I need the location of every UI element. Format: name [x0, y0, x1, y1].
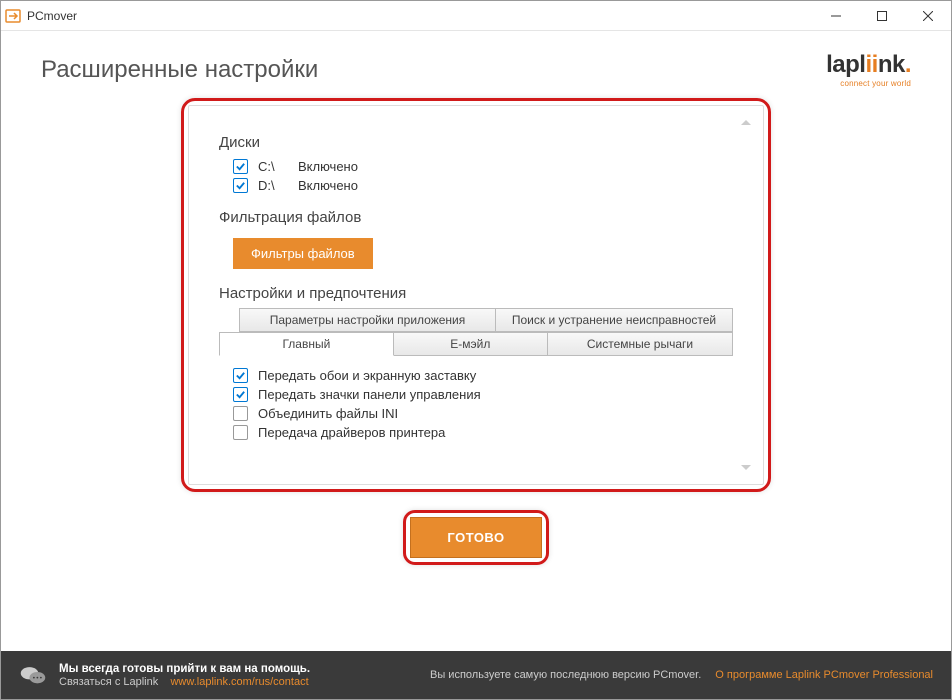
window-controls	[813, 1, 951, 31]
contact-link[interactable]: www.laplink.com/rus/contact	[170, 676, 308, 688]
header: Расширенные настройки lapliink. connect …	[1, 31, 951, 98]
pref-checkbox[interactable]	[233, 387, 248, 402]
drive-letter: D:\	[258, 178, 293, 193]
pref-label: Объединить файлы INI	[258, 406, 398, 421]
done-button[interactable]: ГОТОВО	[410, 517, 541, 558]
tab[interactable]: Системные рычаги	[548, 332, 733, 356]
prefs-tabs: Параметры настройки приложенияПоиск и ус…	[219, 308, 733, 356]
footer-help: Мы всегда готовы прийти к вам на помощь.…	[59, 663, 418, 688]
pref-checkbox[interactable]	[233, 406, 248, 421]
minimize-button[interactable]	[813, 1, 859, 31]
pref-checkbox[interactable]	[233, 368, 248, 383]
main-area: Диски C:\ВключеноD:\Включено Фильтрация …	[1, 98, 951, 565]
prefs-list: Передать обои и экранную заставку Передат…	[219, 366, 733, 442]
pref-row: Передать обои и экранную заставку	[219, 366, 733, 385]
collapse-down-icon[interactable]	[741, 465, 751, 470]
tab[interactable]: Поиск и устранение неисправностей	[496, 308, 733, 332]
about-link[interactable]: О программе Laplink PCmover Professional	[715, 669, 933, 681]
done-highlight: ГОТОВО	[403, 510, 548, 565]
pref-label: Передача драйверов принтера	[258, 425, 445, 440]
contact-label: Связаться с Laplink	[59, 676, 158, 688]
drive-checkbox[interactable]	[233, 159, 248, 174]
file-filters-button[interactable]: Фильтры файлов	[233, 238, 373, 269]
logo-text: lapliink.	[826, 51, 911, 79]
pref-row: Передать значки панели управления	[219, 385, 733, 404]
page-title: Расширенные настройки	[41, 56, 318, 84]
tab[interactable]: Параметры настройки приложения	[239, 308, 496, 332]
version-text: Вы используете самую последнюю версию PC…	[430, 669, 701, 681]
app-title: PCmover	[27, 9, 77, 23]
logo: lapliink. connect your world	[826, 51, 911, 88]
close-button[interactable]	[905, 1, 951, 31]
drive-row: D:\Включено	[219, 176, 733, 195]
footer: Мы всегда готовы прийти к вам на помощь.…	[1, 651, 951, 699]
settings-panel: Диски C:\ВключеноD:\Включено Фильтрация …	[188, 105, 764, 485]
tab[interactable]: Главный	[219, 332, 394, 356]
drives-heading: Диски	[219, 134, 733, 151]
pref-row: Передача драйверов принтера	[219, 423, 733, 442]
drive-row: C:\Включено	[219, 157, 733, 176]
pref-label: Передать значки панели управления	[258, 387, 481, 402]
filter-heading: Фильтрация файлов	[219, 209, 733, 226]
collapse-up-icon[interactable]	[741, 120, 751, 125]
drive-status: Включено	[293, 159, 358, 174]
pref-checkbox[interactable]	[233, 425, 248, 440]
drive-checkbox[interactable]	[233, 178, 248, 193]
panel-highlight: Диски C:\ВключеноD:\Включено Фильтрация …	[181, 98, 771, 492]
pref-row: Объединить файлы INI	[219, 404, 733, 423]
prefs-heading: Настройки и предпочтения	[219, 285, 733, 302]
titlebar: PCmover	[1, 1, 951, 31]
help-title: Мы всегда готовы прийти к вам на помощь.	[59, 663, 418, 675]
tab[interactable]: Е-мэйл	[394, 332, 548, 356]
maximize-button[interactable]	[859, 1, 905, 31]
drive-letter: C:\	[258, 159, 293, 174]
logo-tagline: connect your world	[826, 79, 911, 88]
drives-list: C:\ВключеноD:\Включено	[219, 157, 733, 195]
app-icon	[5, 8, 21, 24]
footer-right: Вы используете самую последнюю версию PC…	[430, 669, 933, 681]
drive-status: Включено	[293, 178, 358, 193]
chat-icon	[19, 661, 47, 689]
pref-label: Передать обои и экранную заставку	[258, 368, 476, 383]
